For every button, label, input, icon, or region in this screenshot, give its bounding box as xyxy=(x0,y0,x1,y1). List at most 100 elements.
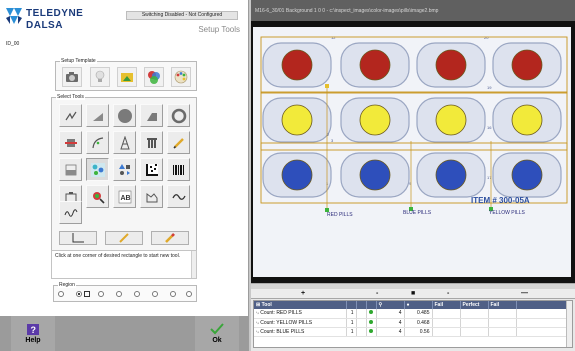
region-radio-curve[interactable] xyxy=(98,291,104,297)
result-perfect xyxy=(460,327,489,337)
svg-text:?: ? xyxy=(31,325,37,335)
result-fail xyxy=(432,309,461,319)
blob-tool[interactable] xyxy=(86,158,109,181)
zoom-out-button[interactable]: - xyxy=(376,290,378,297)
region-radio-rect[interactable] xyxy=(76,291,82,297)
contrast-tool[interactable] xyxy=(59,158,82,181)
col-sort-icon xyxy=(366,301,377,309)
ring-tool[interactable] xyxy=(167,104,190,127)
pill-tray-image: 12201916317129 RED PILLS BLUE PILLS YELL… xyxy=(251,21,575,283)
bars-tool[interactable] xyxy=(140,131,163,154)
help-label: Help xyxy=(25,336,41,344)
edge-slope-tool[interactable] xyxy=(86,104,109,127)
red-pill xyxy=(281,49,313,81)
region-radio-poly[interactable] xyxy=(186,291,192,297)
pencil-tool[interactable] xyxy=(167,131,190,154)
image-template-button[interactable] xyxy=(117,67,137,87)
curve-edge-icon xyxy=(91,136,103,148)
status-bar: Switching Disabled - Not Configured xyxy=(126,11,238,20)
brand-line-2: DALSA xyxy=(26,20,63,31)
region-radio-arc-ring[interactable] xyxy=(170,291,176,297)
corner-tool[interactable] xyxy=(140,104,163,127)
results-table: ⊞ Tool ⚲ ● Fail Perfect Fail ⤷ Count: RE… xyxy=(254,301,572,337)
yellow-pill xyxy=(281,104,313,136)
pattern-tool[interactable] xyxy=(113,131,136,154)
pencil-icon xyxy=(172,137,184,149)
hint-scrollbar[interactable] xyxy=(191,251,196,278)
yellow-pill xyxy=(359,104,391,136)
col-extra xyxy=(516,301,572,309)
measure-line-tool[interactable] xyxy=(59,104,82,127)
help-button[interactable]: ? Help xyxy=(11,316,55,351)
result-row[interactable]: ⤷ Count: YELLOW PILLS 1 4 0.468 xyxy=(254,318,572,328)
result-extra xyxy=(516,309,572,319)
region-radio-circle-open[interactable] xyxy=(116,291,122,297)
barcode-tool[interactable] xyxy=(167,158,190,181)
teledyne-dalsa-logo: TELEDYNE DALSA xyxy=(4,6,124,34)
blob-tool-icon xyxy=(90,162,105,177)
draw-tool-button[interactable] xyxy=(105,231,143,245)
pocket-number: 19 xyxy=(487,85,492,90)
light-template-button[interactable] xyxy=(90,67,110,87)
result-fail xyxy=(432,327,461,337)
ring-icon xyxy=(171,108,186,123)
ok-button[interactable]: Ok xyxy=(195,316,239,351)
pencil-draw-icon xyxy=(119,233,129,243)
item-number-label: ITEM # 300-05A xyxy=(471,196,530,205)
yellow-pills-label: YELLOW PILLS xyxy=(489,210,526,216)
inspection-image[interactable]: 12201916317129 RED PILLS BLUE PILLS YELL… xyxy=(251,21,575,283)
color-template-button[interactable] xyxy=(144,67,164,87)
result-perfect xyxy=(460,318,489,328)
zoom-in-button[interactable]: + xyxy=(301,290,305,297)
pass-status-icon xyxy=(368,319,373,324)
folder-image-icon xyxy=(121,73,133,82)
col-perfect: Perfect xyxy=(460,301,489,309)
col-fail: Fail xyxy=(432,301,461,309)
wave-tool[interactable] xyxy=(59,201,82,224)
wave-small-icon xyxy=(64,208,77,217)
barcode-icon xyxy=(172,164,184,175)
circle-tool[interactable] xyxy=(113,104,136,127)
pocket-number: 16 xyxy=(487,125,492,130)
color-search-tool[interactable] xyxy=(86,185,109,208)
curve-wave-tool[interactable] xyxy=(167,185,190,208)
result-row[interactable]: ⤷ Count: BLUE PILLS 1 4 0.56 xyxy=(254,327,572,337)
setup-template-group: Setup Template xyxy=(55,58,197,91)
pass-status-icon xyxy=(368,328,373,333)
result-row[interactable]: ⤷ Count: RED PILLS 1 4 0.485 xyxy=(254,309,572,319)
result-score: 0.56 xyxy=(404,327,433,337)
result-extra xyxy=(516,327,572,337)
datamatrix-tool[interactable] xyxy=(140,158,163,181)
region-radio-circle[interactable] xyxy=(134,291,140,297)
result-pass: 1 xyxy=(346,318,357,328)
logo-mark-icon xyxy=(6,8,22,24)
image-panel: M16-6_30/01 Background 1 0 0 - c:\inspec… xyxy=(251,0,575,351)
eraser-icon xyxy=(165,233,175,243)
sensor-id-label: ID_00 xyxy=(6,41,20,47)
minus-button[interactable]: - xyxy=(447,290,449,297)
col-fail-icon xyxy=(356,301,367,309)
result-status xyxy=(366,309,377,319)
hole-edge-tool[interactable] xyxy=(59,131,82,154)
shape-match-tool[interactable] xyxy=(113,158,136,181)
region-radio-ring[interactable] xyxy=(152,291,158,297)
coordinate-tool-button[interactable] xyxy=(59,231,97,245)
region-radio-arc[interactable] xyxy=(58,291,64,297)
checkmark-icon xyxy=(210,323,224,335)
results-scrollbar[interactable] xyxy=(566,301,572,347)
curve-wave-icon xyxy=(171,193,186,200)
collapse-button[interactable]: — xyxy=(521,290,528,297)
red-pill xyxy=(435,49,467,81)
camera-template-button[interactable] xyxy=(62,67,82,87)
eraser-tool-button[interactable] xyxy=(151,231,189,245)
surface-tool[interactable] xyxy=(140,185,163,208)
curve-edge-tool[interactable] xyxy=(86,131,109,154)
bottom-button-bar: ? Help Ok xyxy=(0,316,248,351)
stop-button[interactable]: ■ xyxy=(411,290,415,297)
ocr-tool[interactable]: AB xyxy=(113,185,136,208)
blue-pill xyxy=(281,159,313,191)
palette-template-button[interactable] xyxy=(171,67,191,87)
surface-icon xyxy=(146,192,157,202)
pass-status-icon xyxy=(368,310,373,315)
results-toolbar: + - ■ - — xyxy=(251,289,575,299)
